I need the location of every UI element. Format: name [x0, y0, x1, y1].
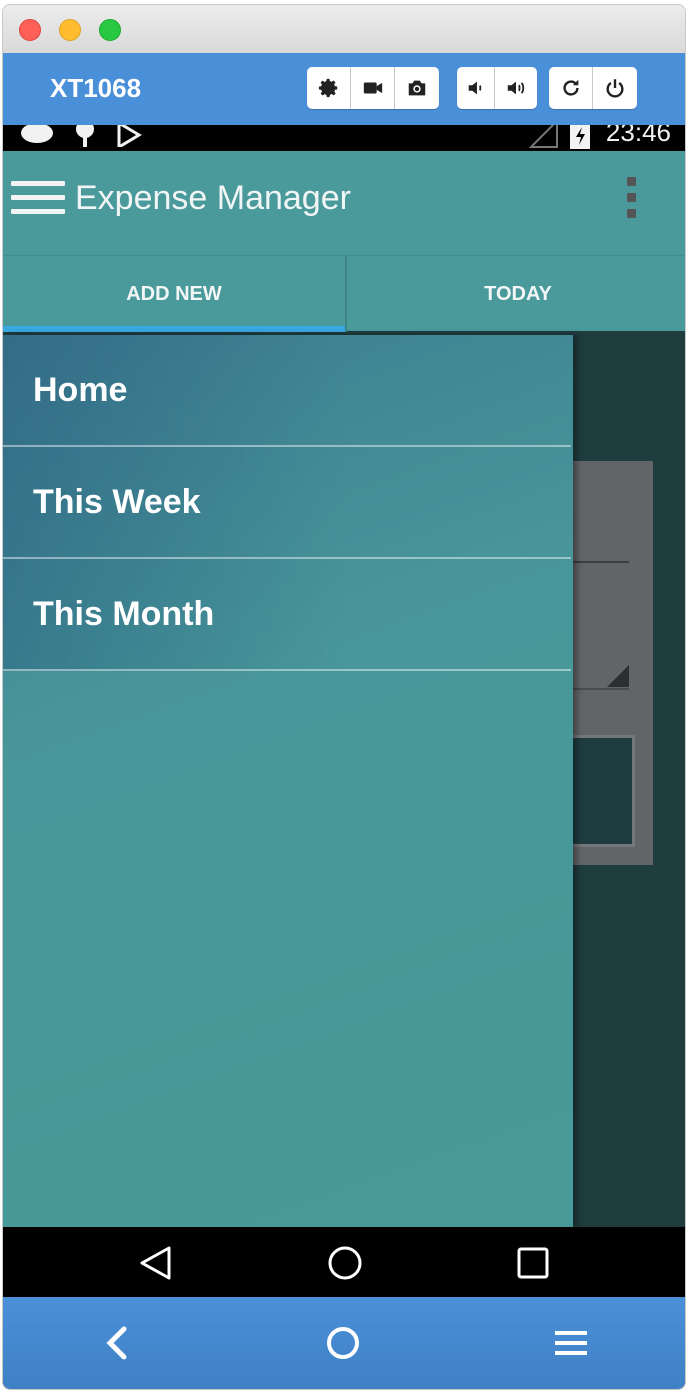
- simulator-window: XT1068 23:46 Expense Manager ADD NEW TOD…: [2, 4, 686, 1390]
- background-dropdown-underline: [573, 688, 629, 690]
- background-text-area: [573, 735, 635, 847]
- battery-charging-icon: [570, 125, 590, 149]
- media-button-group: [307, 67, 439, 109]
- recents-square-icon: [517, 1247, 549, 1279]
- status-clock: 23:46: [605, 125, 671, 147]
- android-status-bar: 23:46: [3, 125, 685, 151]
- simulator-back-button[interactable]: [91, 1317, 143, 1369]
- gear-icon: [318, 78, 337, 98]
- chevron-left-icon: [106, 1326, 127, 1360]
- drawer-item-label: This Week: [33, 483, 201, 521]
- volume-button-group: [457, 67, 537, 109]
- power-button[interactable]: [593, 67, 637, 109]
- simulator-bottom-bar: [3, 1297, 685, 1389]
- menu-lines-icon: [555, 1331, 587, 1355]
- tab-add-new[interactable]: ADD NEW: [3, 256, 345, 332]
- settings-button[interactable]: [307, 67, 351, 109]
- background-dropdown-arrow-icon: [607, 665, 629, 687]
- app-bar: Expense Manager ADD NEW TODAY: [3, 151, 685, 332]
- window-minimize-button[interactable]: [59, 19, 81, 41]
- drawer-item-this-week[interactable]: This Week: [3, 447, 571, 559]
- power-button-group: [549, 67, 637, 109]
- navigation-drawer: Home This Week This Month: [3, 335, 573, 1227]
- selected-tab-indicator: [3, 326, 345, 332]
- record-video-button[interactable]: [351, 67, 395, 109]
- tab-bar: ADD NEW TODAY: [3, 255, 685, 332]
- volume-up-button[interactable]: [495, 67, 537, 109]
- app-title: Expense Manager: [75, 179, 351, 217]
- drawer-item-label: Home: [33, 371, 128, 409]
- location-notification-icon: [76, 125, 94, 147]
- volume-up-icon: [507, 81, 525, 95]
- tab-label: TODAY: [484, 282, 552, 305]
- home-circle-icon: [327, 1327, 359, 1359]
- signal-icon: [529, 125, 558, 148]
- simulator-menu-button[interactable]: [545, 1317, 597, 1369]
- simulator-home-button[interactable]: [317, 1317, 369, 1369]
- play-store-notification-icon: [117, 125, 142, 147]
- window-titlebar: [3, 5, 685, 54]
- android-home-button[interactable]: [323, 1241, 367, 1285]
- android-back-button[interactable]: [133, 1241, 177, 1285]
- drawer-item-label: This Month: [33, 595, 215, 633]
- android-navigation-bar: [3, 1227, 685, 1297]
- device-screen: 23:46 Expense Manager ADD NEW TODAY Home…: [3, 125, 685, 1297]
- power-icon: [606, 79, 624, 98]
- device-toolbar: XT1068: [3, 53, 685, 125]
- hamburger-menu-icon[interactable]: [11, 181, 65, 219]
- tab-today[interactable]: TODAY: [345, 256, 685, 332]
- android-recents-button[interactable]: [511, 1241, 555, 1285]
- camera-icon: [408, 80, 426, 96]
- rotate-icon: [562, 79, 579, 96]
- window-close-button[interactable]: [19, 19, 41, 41]
- volume-down-icon: [468, 81, 481, 95]
- background-input-underline: [573, 561, 629, 563]
- screenshot-button[interactable]: [395, 67, 439, 109]
- video-camera-icon: [363, 82, 382, 94]
- device-name: XT1068: [50, 73, 142, 103]
- volume-down-button[interactable]: [457, 67, 495, 109]
- cloud-notification-icon: [21, 125, 53, 143]
- overflow-menu-icon[interactable]: [627, 177, 639, 223]
- back-triangle-icon: [140, 1246, 171, 1280]
- rotate-button[interactable]: [549, 67, 593, 109]
- window-maximize-button[interactable]: [99, 19, 121, 41]
- tab-label: ADD NEW: [126, 282, 222, 305]
- home-circle-icon: [328, 1246, 362, 1280]
- drawer-item-this-month[interactable]: This Month: [3, 559, 571, 671]
- drawer-item-home[interactable]: Home: [3, 335, 571, 447]
